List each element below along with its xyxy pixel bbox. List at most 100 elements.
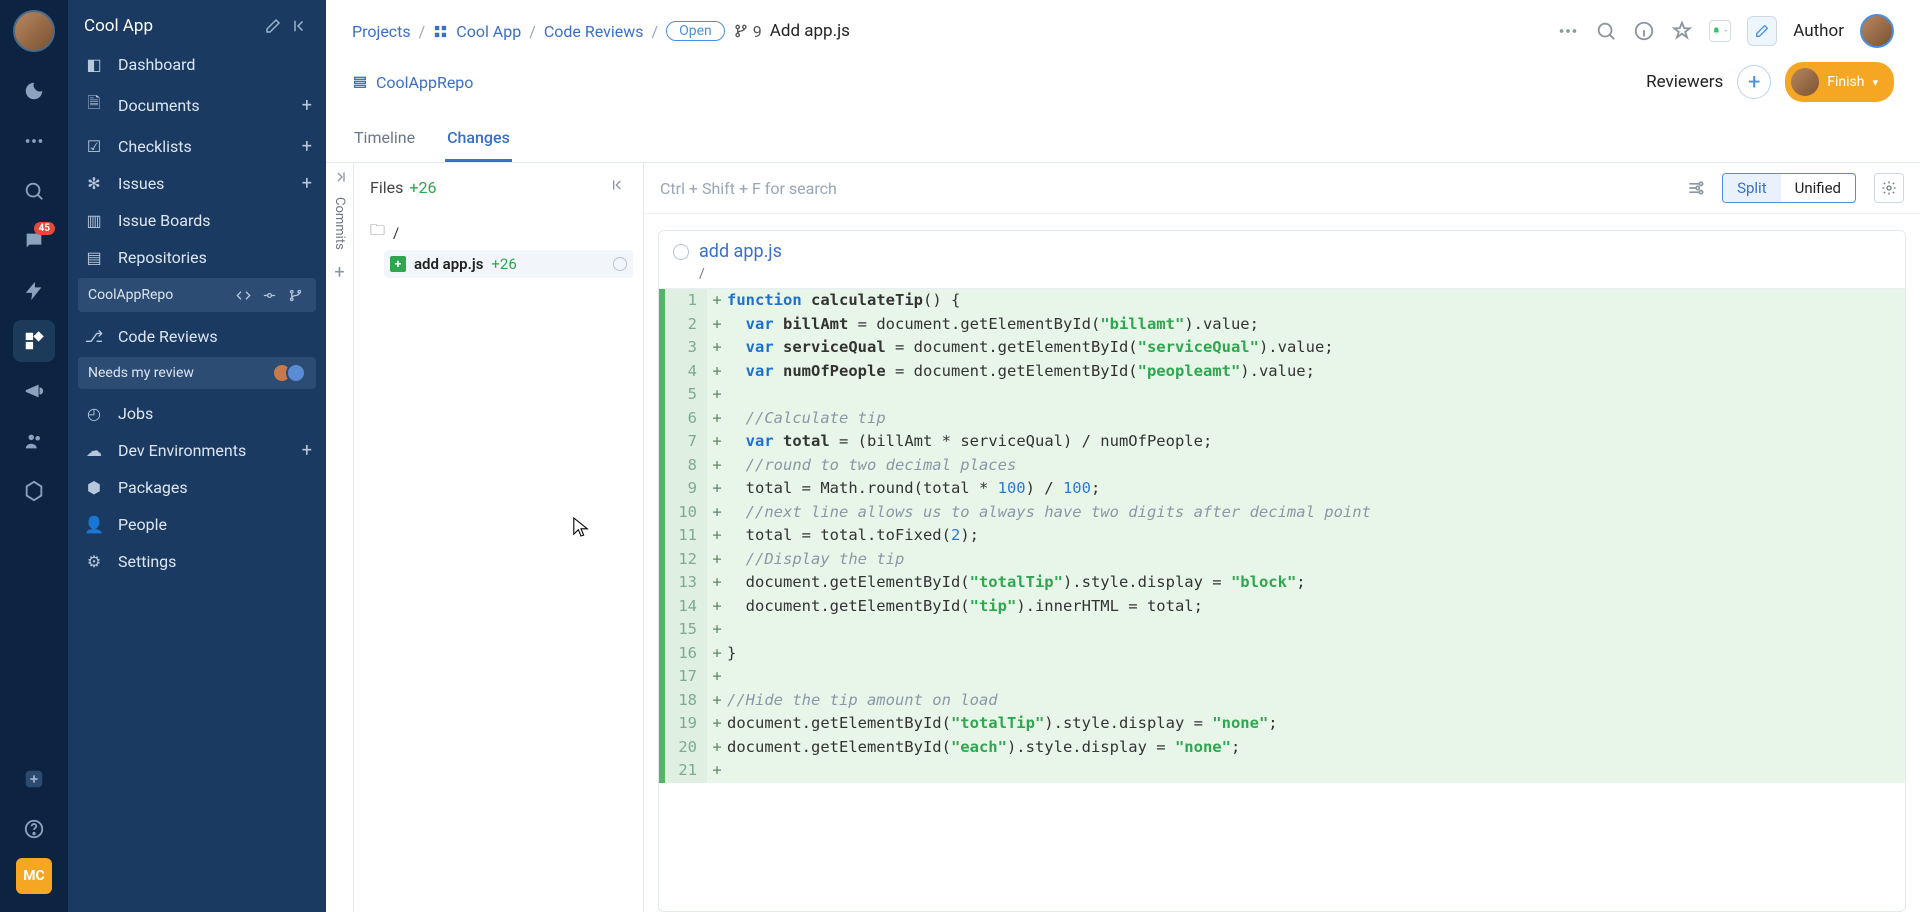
crumb-section[interactable]: Code Reviews bbox=[544, 22, 644, 41]
code-line[interactable]: 14+ document.getElementById("tip").inner… bbox=[659, 595, 1905, 619]
sidebar-sub-repo[interactable]: CoolAppRepo bbox=[78, 278, 316, 312]
help-icon[interactable] bbox=[13, 808, 55, 850]
sidebar-item-dev-envs[interactable]: ☁Dev Environments+ bbox=[68, 432, 326, 469]
commits-icon[interactable] bbox=[258, 284, 280, 306]
create-icon[interactable] bbox=[13, 758, 55, 800]
more-actions-icon[interactable] bbox=[1557, 20, 1579, 42]
search-icon[interactable] bbox=[13, 170, 55, 212]
code-line[interactable]: 7+ var total = (billAmt * serviceQual) /… bbox=[659, 430, 1905, 454]
user-avatar[interactable] bbox=[13, 10, 55, 52]
mark-file-read-toggle[interactable] bbox=[673, 244, 689, 260]
code-line[interactable]: 21+ bbox=[659, 759, 1905, 783]
code-line[interactable]: 3+ var serviceQual = document.getElement… bbox=[659, 336, 1905, 360]
sidebar-item-checklists[interactable]: ☑Checklists+ bbox=[68, 128, 326, 165]
info-icon[interactable] bbox=[1633, 20, 1655, 42]
more-icon[interactable] bbox=[13, 120, 55, 162]
review-title: Add app.js bbox=[770, 21, 850, 41]
checklists-icon: ☑ bbox=[84, 137, 104, 156]
sidebar-item-dashboard[interactable]: ◧Dashboard bbox=[68, 46, 326, 83]
documents-icon: 🗎 bbox=[84, 92, 104, 119]
code-line[interactable]: 17+ bbox=[659, 665, 1905, 689]
file-tree: 🗀 / + add app.js +26 bbox=[354, 211, 643, 282]
code-line[interactable]: 19+document.getElementById("totalTip").s… bbox=[659, 712, 1905, 736]
crumb-project[interactable]: Cool App bbox=[456, 22, 521, 41]
view-unified[interactable]: Unified bbox=[1781, 174, 1855, 202]
code-line[interactable]: 9+ total = Math.round(total * 100) / 100… bbox=[659, 477, 1905, 501]
code-line[interactable]: 6+ //Calculate tip bbox=[659, 407, 1905, 431]
tree-root[interactable]: 🗀 / bbox=[364, 215, 633, 250]
reviews-icon: ⎇ bbox=[84, 327, 104, 346]
diff-search-input[interactable]: Ctrl + Shift + F for search bbox=[660, 179, 1676, 198]
sidebar-item-issues[interactable]: ✻Issues+ bbox=[68, 165, 326, 202]
code-line[interactable]: 13+ document.getElementById("totalTip").… bbox=[659, 571, 1905, 595]
sidebar-item-people[interactable]: 👤People bbox=[68, 506, 326, 543]
theme-toggle-icon[interactable] bbox=[13, 70, 55, 112]
collapse-files-icon[interactable] bbox=[611, 177, 627, 197]
sidebar-sub-needs-review[interactable]: Needs my review bbox=[78, 357, 316, 389]
commits-label[interactable]: Commits bbox=[332, 197, 347, 250]
sidebar-item-settings[interactable]: ⚙Settings bbox=[68, 543, 326, 580]
admin-icon[interactable] bbox=[13, 470, 55, 512]
notifications-dropdown[interactable] bbox=[1709, 20, 1731, 42]
code-line[interactable]: 5+ bbox=[659, 383, 1905, 407]
add-reviewer-button[interactable]: + bbox=[1737, 65, 1771, 99]
add-document-icon[interactable]: + bbox=[302, 95, 312, 116]
code-line[interactable]: 2+ var billAmt = document.getElementById… bbox=[659, 313, 1905, 337]
sidebar-item-packages[interactable]: ⬢Packages bbox=[68, 469, 326, 506]
sidebar-item-jobs[interactable]: ◴Jobs bbox=[68, 395, 326, 432]
code-line[interactable]: 1+function calculateTip() { bbox=[659, 289, 1905, 313]
mark-read-toggle[interactable] bbox=[613, 257, 627, 271]
add-checklist-icon[interactable]: + bbox=[302, 136, 312, 157]
changes-body: Commits + Files +26 🗀 / + add app.js +26 bbox=[326, 163, 1920, 912]
announcements-icon[interactable] bbox=[13, 370, 55, 412]
add-issue-icon[interactable]: + bbox=[302, 173, 312, 194]
add-env-icon[interactable]: + bbox=[302, 440, 312, 461]
sidebar-item-code-reviews[interactable]: ⎇Code Reviews bbox=[68, 318, 326, 355]
finish-avatar bbox=[1791, 68, 1819, 96]
author-avatar[interactable] bbox=[1860, 14, 1894, 48]
tree-file[interactable]: + add app.js +26 bbox=[384, 250, 633, 278]
diff-file-name[interactable]: add app.js bbox=[699, 241, 782, 262]
review-tabs: Timeline Changes bbox=[326, 120, 1920, 163]
team-icon[interactable] bbox=[13, 420, 55, 462]
projects-icon[interactable] bbox=[13, 320, 55, 362]
sidebar-item-documents[interactable]: 🗎Documents+ bbox=[68, 83, 326, 128]
diff-settings-icon[interactable] bbox=[1874, 173, 1904, 203]
repo-link[interactable]: CoolAppRepo bbox=[352, 73, 473, 92]
expand-commits-icon[interactable] bbox=[332, 169, 348, 189]
tab-timeline[interactable]: Timeline bbox=[352, 120, 417, 162]
star-icon[interactable] bbox=[1671, 20, 1693, 42]
crumb-projects[interactable]: Projects bbox=[352, 22, 411, 41]
gear-icon: ⚙ bbox=[84, 552, 104, 571]
tab-changes[interactable]: Changes bbox=[445, 120, 512, 162]
branches-icon[interactable] bbox=[284, 284, 306, 306]
code-line[interactable]: 20+document.getElementById("each").style… bbox=[659, 736, 1905, 760]
edit-icon[interactable] bbox=[264, 17, 282, 35]
collapse-sidebar-icon[interactable] bbox=[292, 17, 310, 35]
code-icon[interactable] bbox=[232, 284, 254, 306]
code-line[interactable]: 8+ //round to two decimal places bbox=[659, 454, 1905, 478]
chat-icon[interactable]: 45 bbox=[13, 220, 55, 262]
dashboard-icon: ◧ bbox=[84, 55, 104, 74]
code-diff[interactable]: 1+function calculateTip() {2+ var billAm… bbox=[659, 288, 1905, 783]
edit-review-icon[interactable] bbox=[1747, 16, 1777, 46]
finish-button[interactable]: Finish ▾ bbox=[1785, 62, 1894, 102]
code-line[interactable]: 10+ //next line allows us to always have… bbox=[659, 501, 1905, 525]
workspace-badge[interactable]: MC bbox=[16, 858, 52, 894]
code-line[interactable]: 15+ bbox=[659, 618, 1905, 642]
diff-file-header: add app.js bbox=[659, 231, 1905, 266]
add-commit-icon[interactable]: + bbox=[334, 262, 344, 283]
header-search-icon[interactable] bbox=[1595, 20, 1617, 42]
automation-icon[interactable] bbox=[13, 270, 55, 312]
code-line[interactable]: 11+ total = total.toFixed(2); bbox=[659, 524, 1905, 548]
code-line[interactable]: 18+//Hide the tip amount on load bbox=[659, 689, 1905, 713]
sidebar-item-issue-boards[interactable]: ▥Issue Boards bbox=[68, 202, 326, 239]
filter-icon[interactable] bbox=[1686, 178, 1706, 198]
sidebar-item-repositories[interactable]: ▤Repositories bbox=[68, 239, 326, 276]
code-line[interactable]: 12+ //Display the tip bbox=[659, 548, 1905, 572]
author-label: Author bbox=[1793, 21, 1844, 41]
status-badge: Open bbox=[666, 21, 725, 41]
code-line[interactable]: 4+ var numOfPeople = document.getElement… bbox=[659, 360, 1905, 384]
code-line[interactable]: 16+} bbox=[659, 642, 1905, 666]
view-split[interactable]: Split bbox=[1723, 174, 1781, 202]
